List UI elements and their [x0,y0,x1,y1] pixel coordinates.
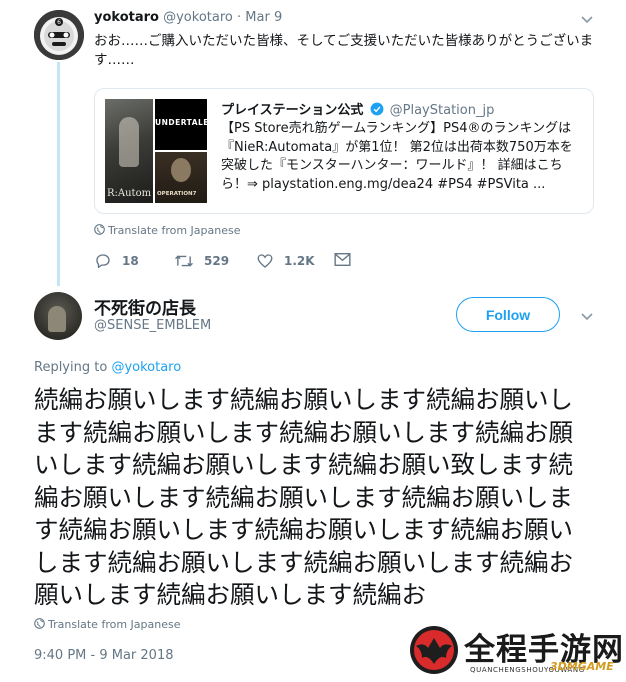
quoted-tweet-body: プレイステーション公式 @PlayStation_jp 【PS Store売れ筋… [221,99,585,194]
watermark-badge: 3DMGAME [550,660,614,673]
yokotaro-mask-avatar: 6 [34,10,84,60]
quoted-tweet-header: プレイステーション公式 @PlayStation_jp [221,99,585,118]
quoted-tweet[interactable]: R:Autom UNDERTALE OPERATION7 プレイステーション公式… [94,88,594,214]
reply-count: 18 [122,254,139,268]
translate-link[interactable]: Translate from Japanese [34,618,180,631]
display-name[interactable]: 不死街の店長 [94,294,196,319]
site-watermark: 全程手游网 QUANCHENGSHOUYOUWANG 3DMGAME [404,622,626,682]
bat-logo-icon [410,626,458,674]
envelope-icon [334,253,351,266]
handle[interactable]: @SENSE_EMBLEM [94,318,211,333]
reply-icon [96,254,110,269]
tweet-text: おお……ご購入いただいた皆様、そしてご支援いただいた皆様ありがとうございます…… [94,33,594,68]
like-button[interactable]: 1.2K [256,252,315,270]
soldier-figure [171,158,191,182]
tweet-date[interactable]: Mar 9 [245,10,282,25]
translate-label: Translate from Japanese [48,618,181,631]
retweet-count: 529 [204,254,230,268]
svg-text:6: 6 [57,19,61,26]
translate-link[interactable]: Translate from Japanese [94,224,240,237]
handle[interactable]: @yokotaro [163,10,233,25]
tweet-header: yokotaro @yokotaro · Mar 9 [94,10,282,25]
avatar[interactable]: 6 [34,10,84,60]
direct-message-button[interactable] [334,252,361,267]
chevron-down-icon[interactable] [580,309,594,323]
translate-label: Translate from Japanese [108,224,241,237]
follow-button[interactable]: Follow [456,297,560,332]
like-count: 1.2K [284,254,315,268]
avatar-figure [48,306,66,332]
replying-to-link[interactable]: @yokotaro [111,360,181,375]
replying-to: Replying to @yokotaro [34,360,181,375]
reply-button[interactable]: 18 [94,252,139,270]
retweet-button[interactable]: 529 [174,252,229,270]
globe-icon [34,618,45,629]
tweet-timestamp[interactable]: 9:40 PM - 9 Mar 2018 [34,648,173,663]
retweet-icon [175,255,193,267]
replying-prefix: Replying to [34,360,108,375]
display-name[interactable]: yokotaro [94,10,159,25]
parent-tweet[interactable]: 6 yokotaro @yokotaro · Mar 9 おお……ご購入いただい… [0,0,626,290]
nier-image-label: R:Autom [107,188,152,199]
verified-badge-icon [370,102,383,116]
operation7-image-label: OPERATION7 [157,191,197,197]
chevron-down-icon[interactable] [580,12,594,26]
operation7-image: OPERATION7 [155,152,207,203]
undertale-image: UNDERTALE [155,99,209,150]
tweet-text: 続編お願いします続編お願いします続編お願いします続編お願いします続編お願いします… [34,385,573,609]
avatar[interactable] [34,292,82,340]
nier-automata-image: R:Autom [105,99,153,203]
undertale-image-label: UNDERTALE [155,118,209,127]
globe-icon [94,224,105,235]
quoted-display-name: プレイステーション公式 [221,103,364,118]
heart-icon [257,254,273,268]
character-figure [119,117,139,167]
quoted-tweet-text: 【PS Store売れ筋ゲームランキング】PS4®のランキングは『NieR:Au… [221,121,573,192]
separator: · [237,10,242,25]
thread-line [57,62,60,286]
quoted-handle: @PlayStation_jp [389,103,495,118]
